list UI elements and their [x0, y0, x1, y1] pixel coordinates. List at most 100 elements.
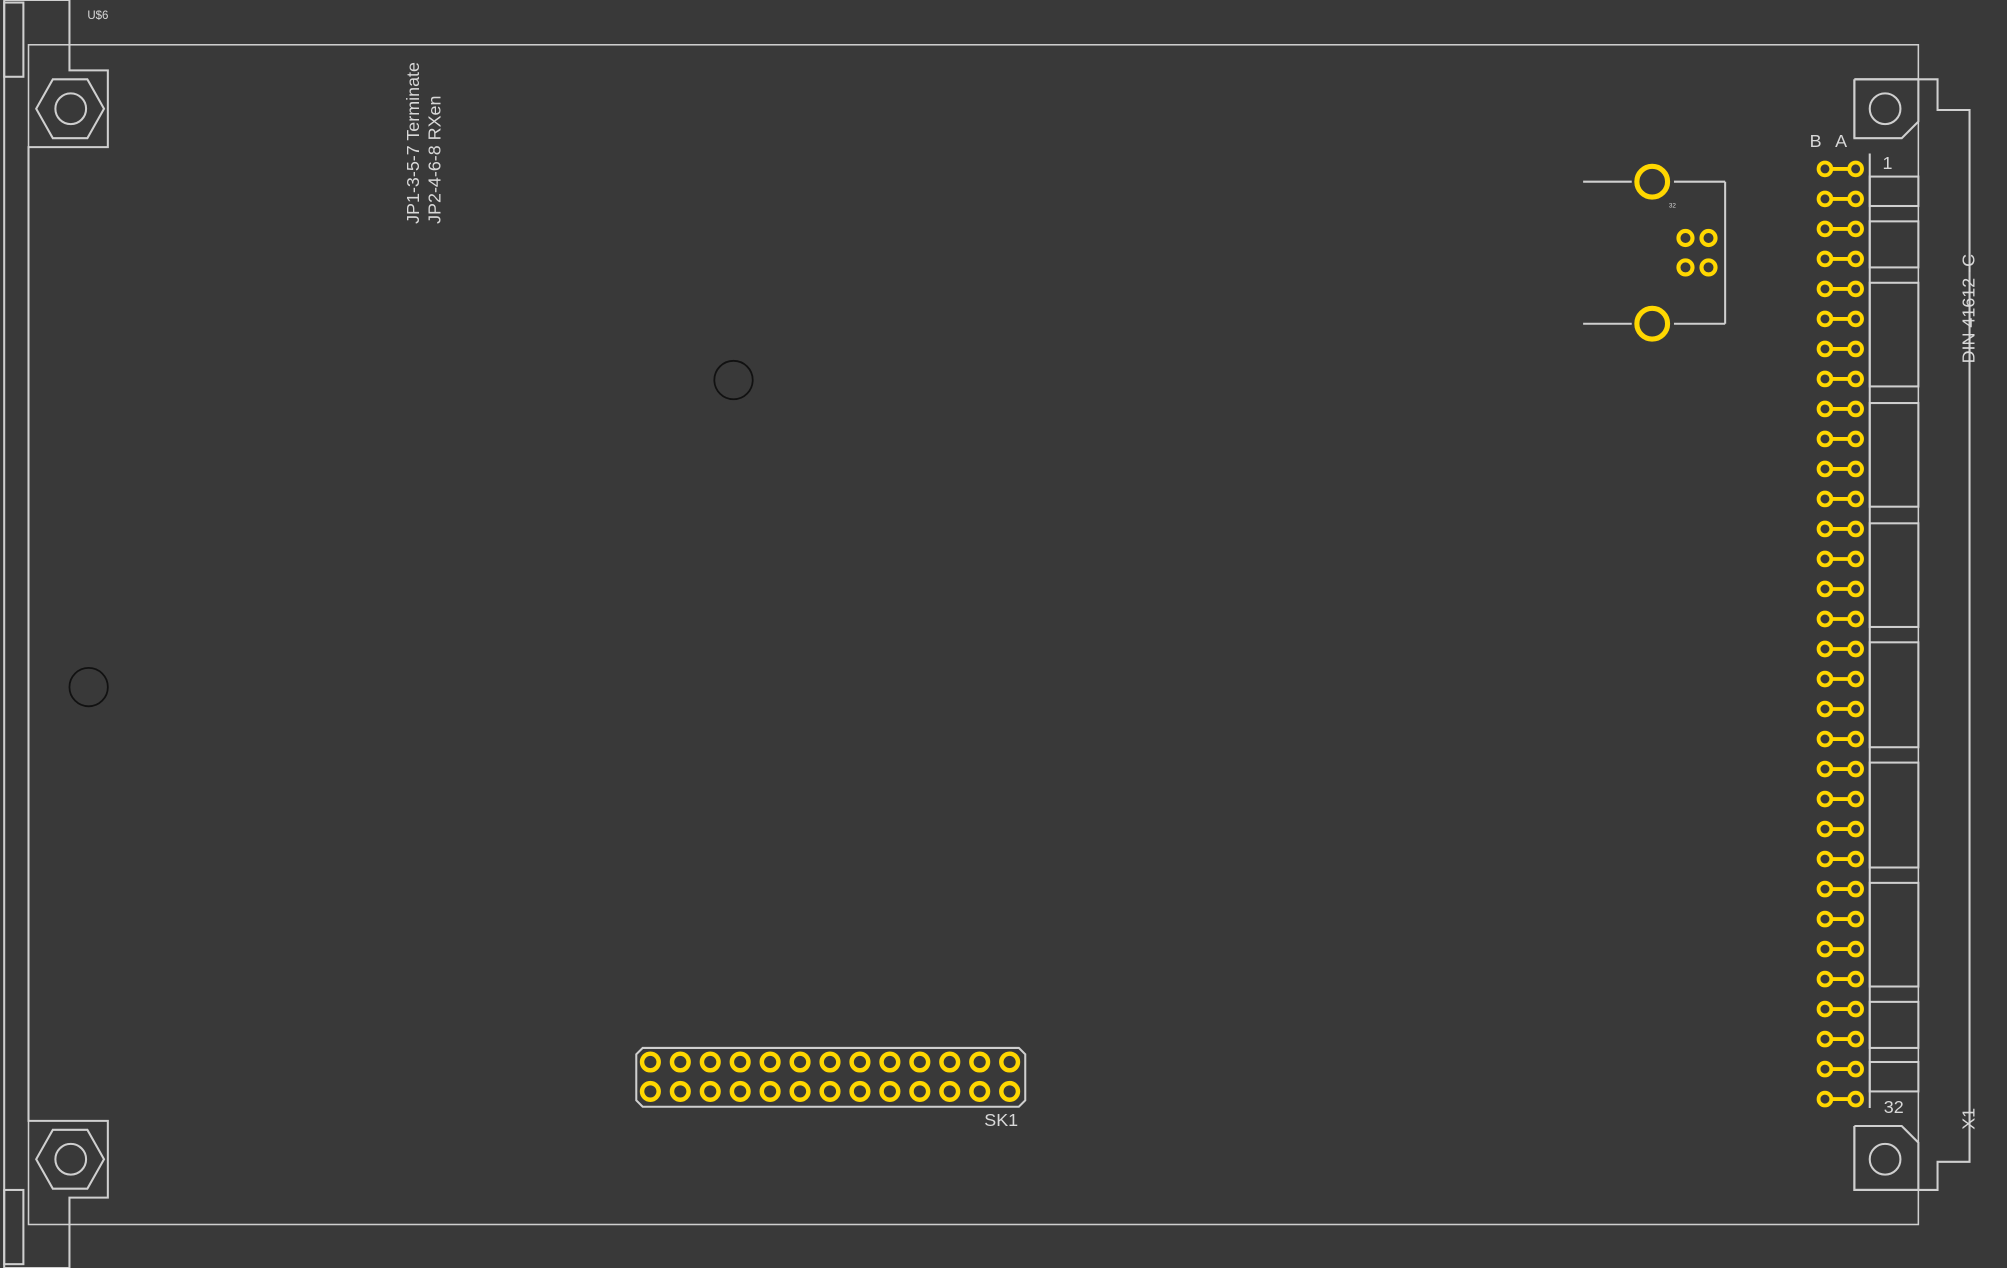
connector-slot — [1868, 761, 1920, 869]
header-pad — [969, 1080, 991, 1102]
header-pad — [849, 1051, 871, 1073]
header-pad — [969, 1051, 991, 1073]
connector-pad-b — [1816, 700, 1834, 718]
header-pad — [729, 1080, 751, 1102]
connector-pad-b — [1816, 1030, 1834, 1048]
connector-pad-b — [1816, 250, 1834, 268]
connector-pad-b — [1816, 910, 1834, 928]
connector-pad-a — [1847, 700, 1864, 718]
header-pad — [909, 1051, 931, 1073]
connector-pad-a — [1847, 490, 1864, 508]
connector-pad-a — [1847, 220, 1864, 238]
connector-pad-b — [1816, 760, 1834, 778]
connector-slot — [1868, 641, 1920, 749]
header-pad — [849, 1080, 871, 1102]
header-pad — [759, 1080, 781, 1102]
connector-pad-a — [1847, 970, 1864, 988]
header-pad — [669, 1051, 691, 1073]
connector-pad-b — [1816, 640, 1834, 658]
header-pad — [819, 1080, 841, 1102]
pin-last-label: 32 — [1884, 1097, 1904, 1117]
connector-pad-a — [1847, 730, 1864, 748]
jack-mount-pad-bottom — [1634, 305, 1671, 342]
front-panel-rail — [3, 0, 109, 1268]
header-pad — [819, 1051, 841, 1073]
connector-pad-a — [1847, 430, 1864, 448]
jack-signal-pad — [1676, 228, 1695, 248]
jumper-note-line1: JP1-3-5-7 Terminate — [403, 62, 423, 224]
connector-pad-b — [1816, 520, 1834, 538]
connector-pad-a — [1847, 400, 1864, 418]
connector-pad-a — [1847, 760, 1864, 778]
header-pad — [879, 1080, 901, 1102]
connector-pad-a — [1847, 310, 1864, 328]
pin-first-label: 1 — [1883, 153, 1893, 173]
header-pad — [939, 1051, 961, 1073]
mounting-nut-bottom — [35, 1128, 106, 1190]
din-connector-x1: DIN 41612 -C X1 1 32 B A — [1810, 78, 1979, 1191]
mounting-hole-center — [713, 359, 754, 401]
header-pad — [789, 1051, 811, 1073]
connector-pad-b — [1816, 850, 1834, 868]
header-sk1: SK1 — [635, 1046, 1027, 1130]
jack-signal-pad — [1676, 258, 1695, 277]
header-pad — [999, 1080, 1021, 1102]
connector-pad-a — [1847, 580, 1864, 598]
jack-signal-pad — [1699, 228, 1718, 248]
connector-pad-a — [1847, 940, 1864, 958]
connector-pad-b — [1816, 460, 1834, 478]
connector-title: DIN 41612 -C — [1959, 254, 1979, 364]
connector-pad-a — [1847, 460, 1864, 478]
connector-pad-a — [1847, 610, 1864, 628]
connector-pad-b — [1816, 1060, 1834, 1078]
connector-slot — [1868, 402, 1920, 508]
connector-pad-b — [1816, 490, 1834, 508]
header-pad — [909, 1080, 931, 1102]
connector-ref: X1 — [1959, 1108, 1979, 1130]
connector-pad-b — [1816, 370, 1834, 388]
connector-pad-a — [1847, 280, 1864, 298]
jack-signal-pad — [1699, 258, 1718, 277]
header-pad — [879, 1051, 901, 1073]
connector-pad-a — [1847, 340, 1864, 358]
header-pad — [669, 1080, 691, 1102]
connector-pad-a — [1847, 670, 1864, 688]
connector-pad-a — [1847, 190, 1864, 208]
connector-pad-b — [1816, 970, 1834, 988]
header-pad — [759, 1051, 781, 1073]
mounting-nut-top — [35, 78, 106, 140]
connector-pad-a — [1847, 1000, 1864, 1018]
connector-pad-b — [1816, 880, 1834, 898]
connector-pad-b — [1816, 190, 1834, 208]
connector-pad-a — [1847, 160, 1864, 178]
connector-pad-a — [1847, 910, 1864, 928]
connector-slot — [1868, 220, 1920, 269]
header-ref: SK1 — [984, 1110, 1018, 1130]
header-pad — [699, 1080, 721, 1102]
jumper-note-line2: JP2-4-6-8 RXen — [425, 96, 445, 224]
connector-pad-b — [1816, 220, 1834, 238]
connector-pad-a — [1847, 1090, 1864, 1108]
connector-pad-a — [1847, 880, 1864, 898]
connector-pad-a — [1847, 520, 1864, 538]
header-pad — [699, 1051, 721, 1073]
row-a-label: A — [1835, 131, 1847, 151]
header-pad — [729, 1051, 751, 1073]
board-ref-label: U$6 — [87, 10, 108, 22]
connector-pad-b — [1816, 580, 1834, 598]
jack-mount-pad-top — [1634, 163, 1671, 200]
header-pad — [639, 1080, 661, 1102]
connector-pad-a — [1847, 790, 1864, 808]
connector-pad-b — [1816, 310, 1834, 328]
connector-pad-b — [1816, 160, 1834, 178]
connector-slot — [1868, 1060, 1920, 1093]
connector-pad-b — [1816, 430, 1834, 448]
connector-pad-b — [1816, 730, 1834, 748]
connector-slot — [1868, 175, 1920, 208]
connector-pad-a — [1847, 1030, 1864, 1048]
connector-pad-b — [1816, 550, 1834, 568]
header-pad — [939, 1080, 961, 1102]
connector-pad-b — [1816, 1000, 1834, 1018]
connector-pad-b — [1816, 340, 1834, 358]
connector-pad-b — [1816, 820, 1834, 838]
